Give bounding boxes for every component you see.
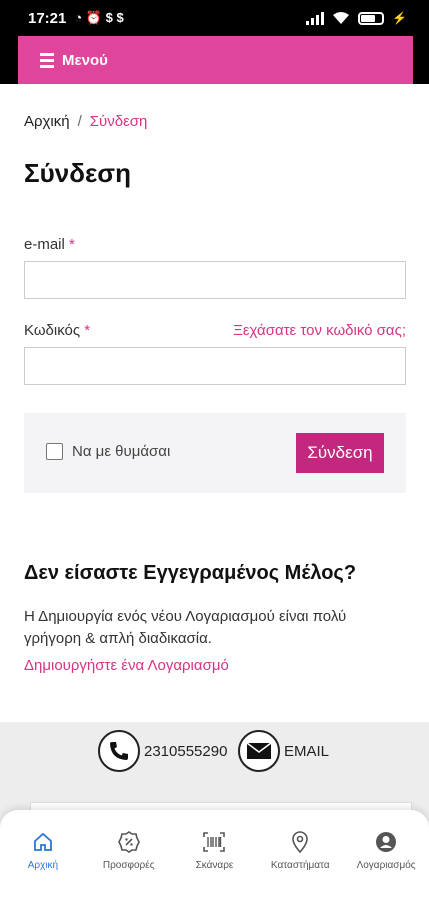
signal-icon bbox=[306, 11, 325, 25]
email-contact[interactable]: EMAIL bbox=[238, 730, 329, 772]
barcode-icon bbox=[203, 832, 226, 852]
required-mark: * bbox=[69, 236, 75, 253]
phone-number: 2310555290 bbox=[144, 742, 228, 760]
breadcrumb: Αρχική / Σύνδεση bbox=[24, 113, 147, 130]
phone-contact[interactable]: 2310555290 bbox=[98, 730, 227, 772]
charging-icon: ⚡ bbox=[392, 11, 407, 25]
nav-item-scan[interactable]: Σκάναρε bbox=[172, 810, 258, 900]
nav-item-account[interactable]: Λογαριασμός bbox=[343, 810, 429, 900]
register-description: Η Δημιουργία ενός νέου Λογαριασμού είναι… bbox=[24, 608, 347, 647]
home-icon bbox=[33, 832, 52, 851]
forgot-password-link[interactable]: Ξεχάσατε τον κωδικό σας; bbox=[233, 322, 406, 339]
mail-icon bbox=[238, 730, 280, 772]
menu-label: Μενού bbox=[62, 51, 108, 69]
breadcrumb-current: Σύνδεση bbox=[89, 113, 148, 130]
nav-label-account: Λογαριασμός bbox=[356, 860, 416, 871]
nav-label-offers: Προσφορές bbox=[102, 860, 155, 871]
page-title: Σύνδεση bbox=[24, 158, 131, 188]
hamburger-icon bbox=[40, 52, 54, 68]
email-label: e-mail * bbox=[24, 236, 75, 253]
remember-checkbox[interactable] bbox=[46, 443, 63, 460]
bottom-navigation: Αρχική Προσφορές Σκάναρε Καταστήματα Λογ… bbox=[0, 810, 429, 900]
menu-bar: Μενού bbox=[0, 36, 429, 84]
password-field[interactable] bbox=[24, 347, 406, 385]
discount-badge-icon bbox=[117, 831, 140, 853]
account-icon bbox=[376, 832, 397, 852]
phone-icon bbox=[98, 730, 140, 772]
nav-label-home: Αρχική bbox=[27, 860, 59, 871]
required-mark: * bbox=[84, 322, 91, 339]
nav-label-scan: Σκάναρε bbox=[195, 860, 234, 871]
battery-icon bbox=[358, 11, 385, 25]
remember-label[interactable]: Να με θυμάσαι bbox=[72, 443, 170, 460]
breadcrumb-home[interactable]: Αρχική bbox=[24, 113, 70, 130]
nav-item-home[interactable]: Αρχική bbox=[0, 810, 86, 900]
email-text: EMAIL bbox=[284, 742, 330, 760]
breadcrumb-separator: / bbox=[77, 113, 82, 130]
create-account-link[interactable]: Δημιουργήστε ένα Λογαριασμό bbox=[24, 657, 229, 674]
location-pin-icon bbox=[292, 831, 309, 854]
password-label: Κωδικός * bbox=[24, 322, 91, 339]
nav-label-stores: Καταστήματα bbox=[270, 860, 330, 871]
wifi-icon bbox=[333, 12, 350, 24]
nav-item-offers[interactable]: Προσφορές bbox=[86, 810, 172, 900]
remember-section: Να με θυμάσαι Σύνδεση bbox=[24, 413, 406, 493]
nav-item-stores[interactable]: Καταστήματα bbox=[257, 810, 343, 900]
email-field[interactable] bbox=[24, 261, 406, 299]
notification-icons: ◔ ⏰ $ $ bbox=[74, 10, 124, 25]
register-title: Δεν είσαστε Εγγεγραμένος Μέλος? bbox=[24, 562, 357, 584]
login-button[interactable]: Σύνδεση bbox=[296, 433, 384, 473]
status-time: 17:21 bbox=[28, 9, 67, 27]
menu-button[interactable]: Μενού bbox=[18, 36, 413, 84]
status-bar: 17:21 ◔ ⏰ $ $ ⚡ bbox=[0, 0, 429, 36]
